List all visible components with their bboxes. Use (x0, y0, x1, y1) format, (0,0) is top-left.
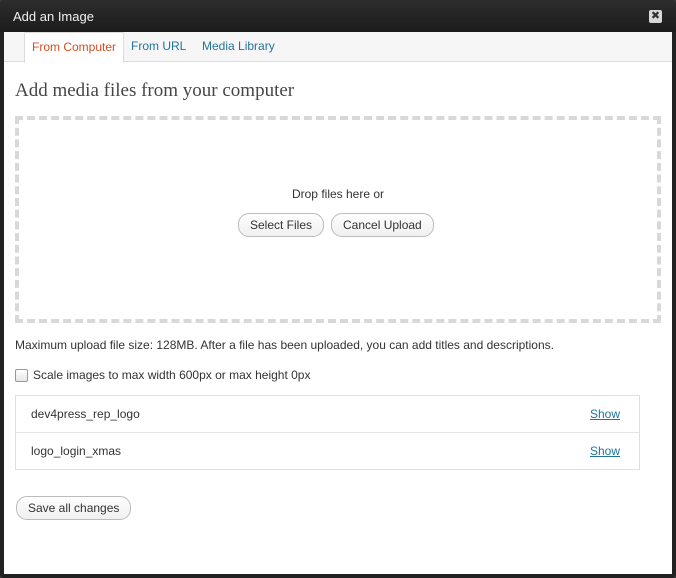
dialog-title: Add an Image (13, 9, 94, 24)
file-name: logo_login_xmas (31, 444, 122, 458)
tab-from-url[interactable]: From URL (124, 32, 193, 62)
tab-bar: From Computer From URL Media Library (4, 32, 672, 63)
dialog-titlebar: Add an Image ✖ (0, 0, 676, 32)
tab-from-computer[interactable]: From Computer (24, 32, 125, 63)
save-all-changes-button[interactable]: Save all changes (16, 496, 132, 520)
tab-media-library[interactable]: Media Library (195, 32, 282, 62)
list-item: dev4press_rep_logo Show (16, 396, 639, 432)
show-link[interactable]: Show (590, 407, 620, 421)
drop-zone[interactable]: Drop files here or Select Files Cancel U… (15, 116, 661, 323)
max-upload-info: Maximum upload file size: 128MB. After a… (15, 338, 554, 352)
file-name: dev4press_rep_logo (31, 407, 140, 421)
drop-instruction: Drop files here or (291, 187, 385, 201)
dialog-content: From Computer From URL Media Library Add… (4, 32, 672, 574)
media-upload-dialog: Add an Image ✖ From Computer From URL Me… (0, 0, 676, 578)
scale-images-checkbox[interactable] (15, 368, 28, 382)
cancel-upload-button[interactable]: Cancel Upload (331, 213, 434, 237)
select-files-button[interactable]: Select Files (238, 213, 325, 237)
scale-images-label: Scale images to max width 600px or max h… (33, 368, 311, 382)
scale-option: Scale images to max width 600px or max h… (15, 368, 310, 382)
show-link[interactable]: Show (590, 444, 620, 458)
close-icon[interactable]: ✖ (649, 10, 662, 23)
uploaded-file-list: dev4press_rep_logo Show logo_login_xmas … (15, 395, 640, 470)
page-title: Add media files from your computer (15, 80, 295, 101)
list-item: logo_login_xmas Show (16, 432, 639, 469)
